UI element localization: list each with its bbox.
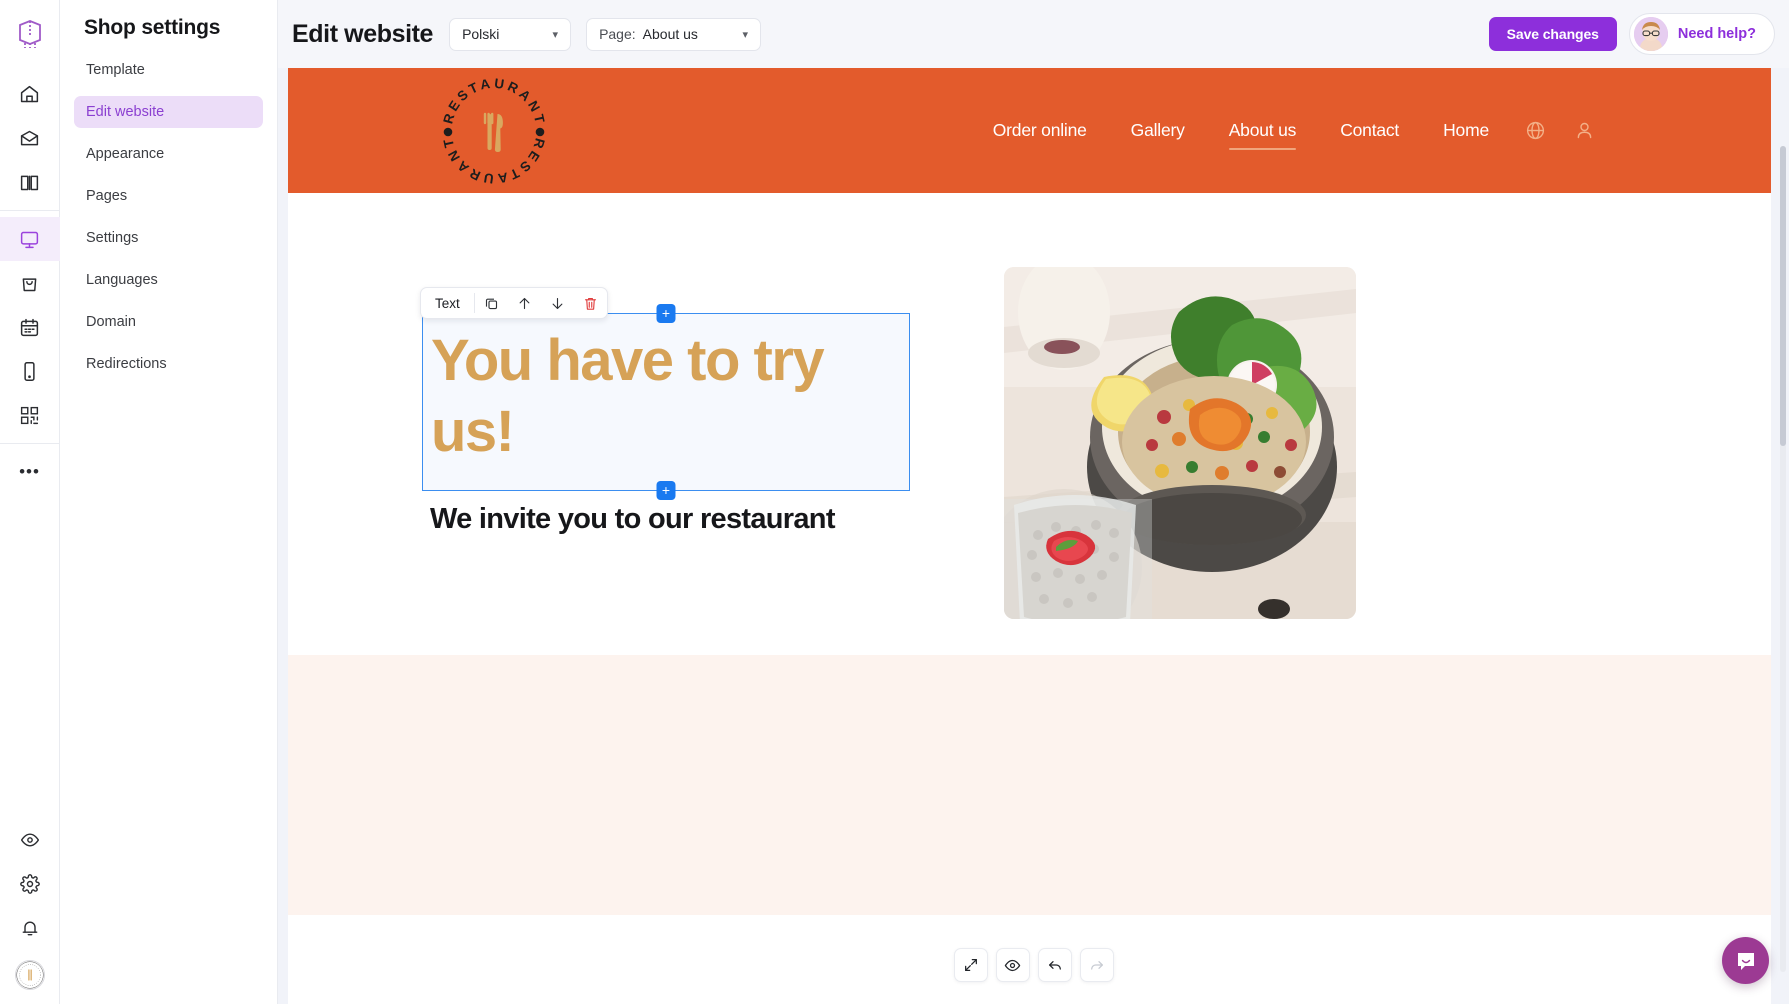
selected-text-block[interactable]: + You have to try us! +	[422, 304, 910, 500]
hero-heading: You have to try us!	[431, 328, 825, 464]
sidebar-item-label: Pages	[86, 188, 128, 204]
sidebar-item-settings[interactable]: Settings	[74, 222, 263, 254]
site-header: RESTAURANT RESTAURANT Order online Galle…	[288, 68, 1771, 193]
globe-icon[interactable]	[1511, 120, 1560, 141]
sidebar-item-label: Domain	[86, 314, 136, 330]
sidebar-title: Shop settings	[84, 16, 221, 39]
sidebar-item-label: Appearance	[86, 146, 165, 162]
website-canvas-wrapper: RESTAURANT RESTAURANT Order online Galle…	[278, 68, 1789, 1004]
block-edit-toolbar: Text	[420, 287, 608, 319]
sidebar-item-edit-website[interactable]: Edit website	[74, 96, 263, 128]
sidebar-item-label: Edit website	[86, 104, 165, 120]
icon-rail: •••	[0, 0, 60, 1004]
site-body: Text + You have to try us! + We invite y…	[288, 193, 1771, 655]
sidebar-item-home[interactable]	[0, 72, 60, 116]
site-logo[interactable]: RESTAURANT RESTAURANT	[434, 70, 554, 190]
nav-item-order-online[interactable]: Order online	[971, 120, 1109, 141]
sidebar-item-label: Redirections	[86, 356, 167, 372]
more-dots-icon: •••	[19, 462, 40, 481]
move-up-icon[interactable]	[508, 287, 541, 319]
sidebar-item-website[interactable]	[0, 217, 60, 261]
rail-more-button[interactable]: •••	[0, 450, 60, 494]
site-navigation: Order online Gallery About us Contact Ho…	[971, 120, 1771, 150]
duplicate-icon[interactable]	[475, 287, 508, 319]
block-type-label: Text	[435, 295, 460, 311]
need-help-label: Need help?	[1677, 26, 1756, 42]
sidebar-item-template[interactable]: Template	[74, 54, 263, 86]
sidebar-item-mobile-app[interactable]	[0, 349, 60, 393]
language-select-value: Polski	[462, 26, 500, 42]
app-root: ••• Shop settings Template Edit website …	[0, 0, 1789, 1004]
canvas-floating-toolbar	[953, 948, 1114, 982]
top-toolbar: Edit website Polski ▾ Page: About us ▾ S…	[278, 0, 1789, 68]
svg-text:RESTAURANT: RESTAURANT	[440, 135, 548, 187]
settings-gear-icon[interactable]	[0, 862, 60, 906]
page-title: Edit website	[292, 19, 434, 48]
site-footer-section	[288, 655, 1771, 915]
shop-avatar[interactable]	[14, 960, 45, 990]
sidebar-item-pages[interactable]: Pages	[74, 180, 263, 212]
intercom-chat-button[interactable]	[1722, 937, 1769, 984]
support-agent-avatar	[1633, 17, 1668, 51]
sidebar-item-qr-code[interactable]	[0, 393, 60, 437]
rail-bottom-group	[0, 818, 60, 1004]
add-block-above-button[interactable]: +	[656, 304, 676, 323]
sidebar-item-orders[interactable]	[0, 261, 60, 305]
rail-divider-1	[0, 210, 60, 211]
shop-settings-sidebar: Shop settings Template Edit website Appe…	[60, 0, 278, 1004]
page-select-prefix: Page:	[599, 26, 636, 42]
add-block-below-button[interactable]: +	[656, 481, 676, 500]
user-account-icon[interactable]	[1560, 120, 1609, 141]
undo-icon[interactable]	[1037, 948, 1072, 982]
preview-store-icon[interactable]	[0, 818, 60, 862]
save-changes-button[interactable]: Save changes	[1488, 17, 1617, 51]
canvas-scrollbar-thumb[interactable]	[1780, 146, 1786, 446]
chevron-down-icon: ▾	[742, 28, 749, 41]
page-select[interactable]: Page: About us ▾	[586, 17, 762, 51]
svg-text:RESTAURANT: RESTAURANT	[440, 76, 548, 128]
sidebar-item-calendar[interactable]	[0, 305, 60, 349]
need-help-button[interactable]: Need help?	[1628, 13, 1775, 55]
sidebar-item-label: Template	[86, 62, 145, 78]
nav-item-about-us[interactable]: About us	[1207, 120, 1318, 150]
sidebar-item-catalog[interactable]	[0, 160, 60, 204]
delete-icon[interactable]	[574, 287, 607, 319]
sidebar-item-label: Settings	[86, 230, 139, 246]
app-logo-icon[interactable]	[8, 12, 52, 56]
language-select[interactable]: Polski ▾	[449, 17, 572, 51]
main-area: Edit website Polski ▾ Page: About us ▾ S…	[278, 0, 1789, 1004]
sidebar-item-redirections[interactable]: Redirections	[74, 348, 263, 380]
sidebar-item-appearance[interactable]: Appearance	[74, 138, 263, 170]
nav-item-gallery[interactable]: Gallery	[1109, 120, 1207, 141]
chevron-down-icon: ▾	[552, 28, 559, 41]
page-select-value: About us	[642, 26, 698, 42]
notifications-bell-icon[interactable]	[0, 906, 60, 950]
sidebar-item-languages[interactable]: Languages	[74, 264, 263, 296]
redo-icon[interactable]	[1079, 948, 1114, 982]
hero-food-image[interactable]	[1004, 267, 1356, 619]
top-right-group: Save changes Need help?	[1488, 13, 1775, 55]
nav-item-home[interactable]: Home	[1421, 120, 1511, 141]
sidebar-item-inbox[interactable]	[0, 116, 60, 160]
website-canvas: RESTAURANT RESTAURANT Order online Galle…	[288, 68, 1771, 1004]
rail-divider-2	[0, 443, 60, 444]
move-down-icon[interactable]	[541, 287, 574, 319]
sidebar-item-label: Languages	[86, 272, 158, 288]
expand-icon[interactable]	[953, 948, 988, 982]
nav-item-contact[interactable]: Contact	[1318, 120, 1421, 141]
hero-subheading: We invite you to our restaurant	[430, 503, 835, 535]
sidebar-item-domain[interactable]: Domain	[74, 306, 263, 338]
preview-eye-icon[interactable]	[995, 948, 1030, 982]
